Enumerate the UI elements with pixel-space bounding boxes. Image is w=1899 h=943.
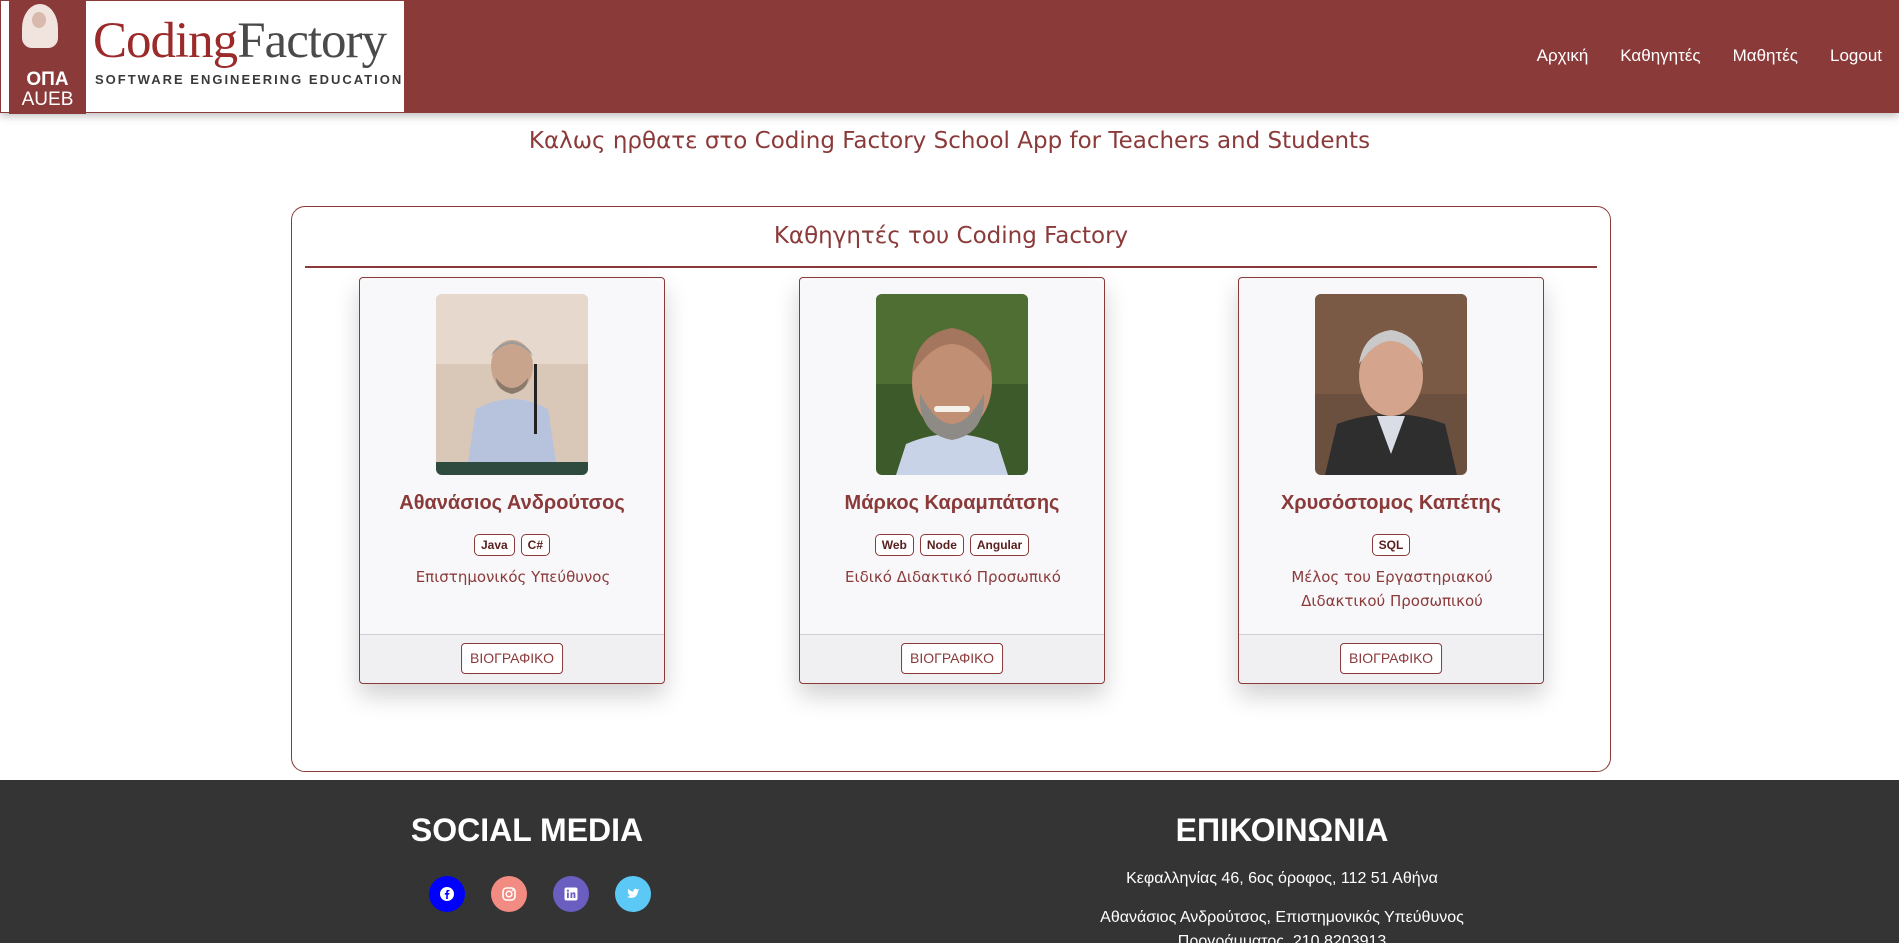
teacher-role-line: Επιστημονικός Υπεύθυνος <box>415 568 611 586</box>
contact-address: Κεφαλληνίας 46, 6ος όροφος, 112 51 Αθήνα <box>1126 870 1438 887</box>
coding-factory-logo[interactable]: ΟΠΑ AUEB CodingFactory SOFTWARE ENGINEER… <box>0 0 405 114</box>
site-footer: SOCIAL MEDIA ΕΠΙΚΟΙΝΩΝΙΑ <box>0 780 1899 943</box>
teacher-role: Μέλος του Εργαστηριακού Διδακτικού Προσω… <box>1259 565 1525 613</box>
contact-phone: Προγράμματος, 210 8203913 <box>1177 933 1387 943</box>
teacher-name: Χρυσόστομος Καπέτης <box>1280 492 1502 514</box>
nav-students-link[interactable]: Μαθητές <box>1733 44 1798 68</box>
teachers-panel: Καθηγητές του Coding Factory Αθανάσιος Α… <box>291 206 1611 772</box>
title-divider <box>305 266 1597 268</box>
opa-label: ΟΠΑ <box>26 69 69 90</box>
teacher-role: Επιστημονικός Υπεύθυνος <box>380 565 646 589</box>
aueb-label: AUEB <box>21 89 74 110</box>
twitter-icon[interactable] <box>615 876 651 912</box>
teacher-photo <box>436 294 588 475</box>
teacher-role-line: Μέλος του Εργαστηριακού <box>1291 568 1493 586</box>
skill-tags: Web Node Angular <box>800 534 1104 556</box>
contact-person: Αθανάσιος Ανδρούτσος, Επιστημονικός Υπεύ… <box>1100 909 1464 926</box>
card-footer: ΒΙΟΓΡΑΦΙΚΟ <box>800 634 1104 683</box>
nav-home-link[interactable]: Αρχική <box>1537 44 1589 68</box>
brand-factory: Factory <box>237 13 387 69</box>
card-footer: ΒΙΟΓΡΑΦΙΚΟ <box>360 634 664 683</box>
skill-tag: Node <box>919 534 964 556</box>
skill-tag: Angular <box>969 534 1030 556</box>
skill-tags: SQL <box>1239 534 1543 556</box>
hermes-bust-icon <box>22 4 58 48</box>
teacher-card: Αθανάσιος Ανδρούτσος Java C# Επιστημονικ… <box>359 277 665 684</box>
cv-button[interactable]: ΒΙΟΓΡΑΦΙΚΟ <box>1340 643 1442 674</box>
instagram-icon[interactable] <box>491 876 527 912</box>
teacher-card: Χρυσόστομος Καπέτης SQL Μέλος του Εργαστ… <box>1238 277 1544 684</box>
aueb-logo-panel: ΟΠΑ AUEB <box>9 1 86 114</box>
brand-tagline: SOFTWARE ENGINEERING EDUCATION <box>95 72 404 87</box>
card-footer: ΒΙΟΓΡΑΦΙΚΟ <box>1239 634 1543 683</box>
teacher-card: Μάρκος Καραμπάτσης Web Node Angular Ειδι… <box>799 277 1105 684</box>
nav-logout-link[interactable]: Logout <box>1830 44 1882 68</box>
top-navbar: ΟΠΑ AUEB CodingFactory SOFTWARE ENGINEER… <box>0 0 1899 114</box>
linkedin-icon[interactable] <box>553 876 589 912</box>
nav-teachers-link[interactable]: Καθηγητές <box>1620 44 1700 68</box>
teacher-photo <box>1315 294 1467 475</box>
facebook-icon[interactable] <box>429 876 465 912</box>
teachers-panel-title: Καθηγητές του Coding Factory <box>773 223 1129 249</box>
teacher-role-line: Ειδικό Διδακτικό Προσωπικό <box>845 568 1061 586</box>
welcome-heading: Καλως ηρθατε στο Coding Factory School A… <box>528 128 1371 154</box>
skill-tag: Web <box>874 534 914 556</box>
contact-heading: ΕΠΙΚΟΙΝΩΝΙΑ <box>1175 812 1389 848</box>
teacher-photo <box>876 294 1028 475</box>
skill-tag: Java <box>473 534 515 556</box>
main-nav: Αρχική Καθηγητές Μαθητές Logout <box>1537 44 1882 68</box>
skill-tag: SQL <box>1371 534 1411 556</box>
teacher-role: Ειδικό Διδακτικό Προσωπικό <box>820 565 1086 589</box>
cv-button[interactable]: ΒΙΟΓΡΑΦΙΚΟ <box>461 643 563 674</box>
teacher-name: Αθανάσιος Ανδρούτσος <box>399 492 625 514</box>
skill-tags: Java C# <box>360 534 664 556</box>
teacher-name: Μάρκος Καραμπάτσης <box>844 492 1060 514</box>
teacher-role-line: Διδακτικού Προσωπικού <box>1301 592 1483 610</box>
skill-tag: C# <box>520 534 551 556</box>
social-media-heading: SOCIAL MEDIA <box>410 812 644 848</box>
brand-coding: Coding <box>93 13 238 69</box>
brand-wordmark: CodingFactory <box>93 11 387 71</box>
cv-button[interactable]: ΒΙΟΓΡΑΦΙΚΟ <box>901 643 1003 674</box>
